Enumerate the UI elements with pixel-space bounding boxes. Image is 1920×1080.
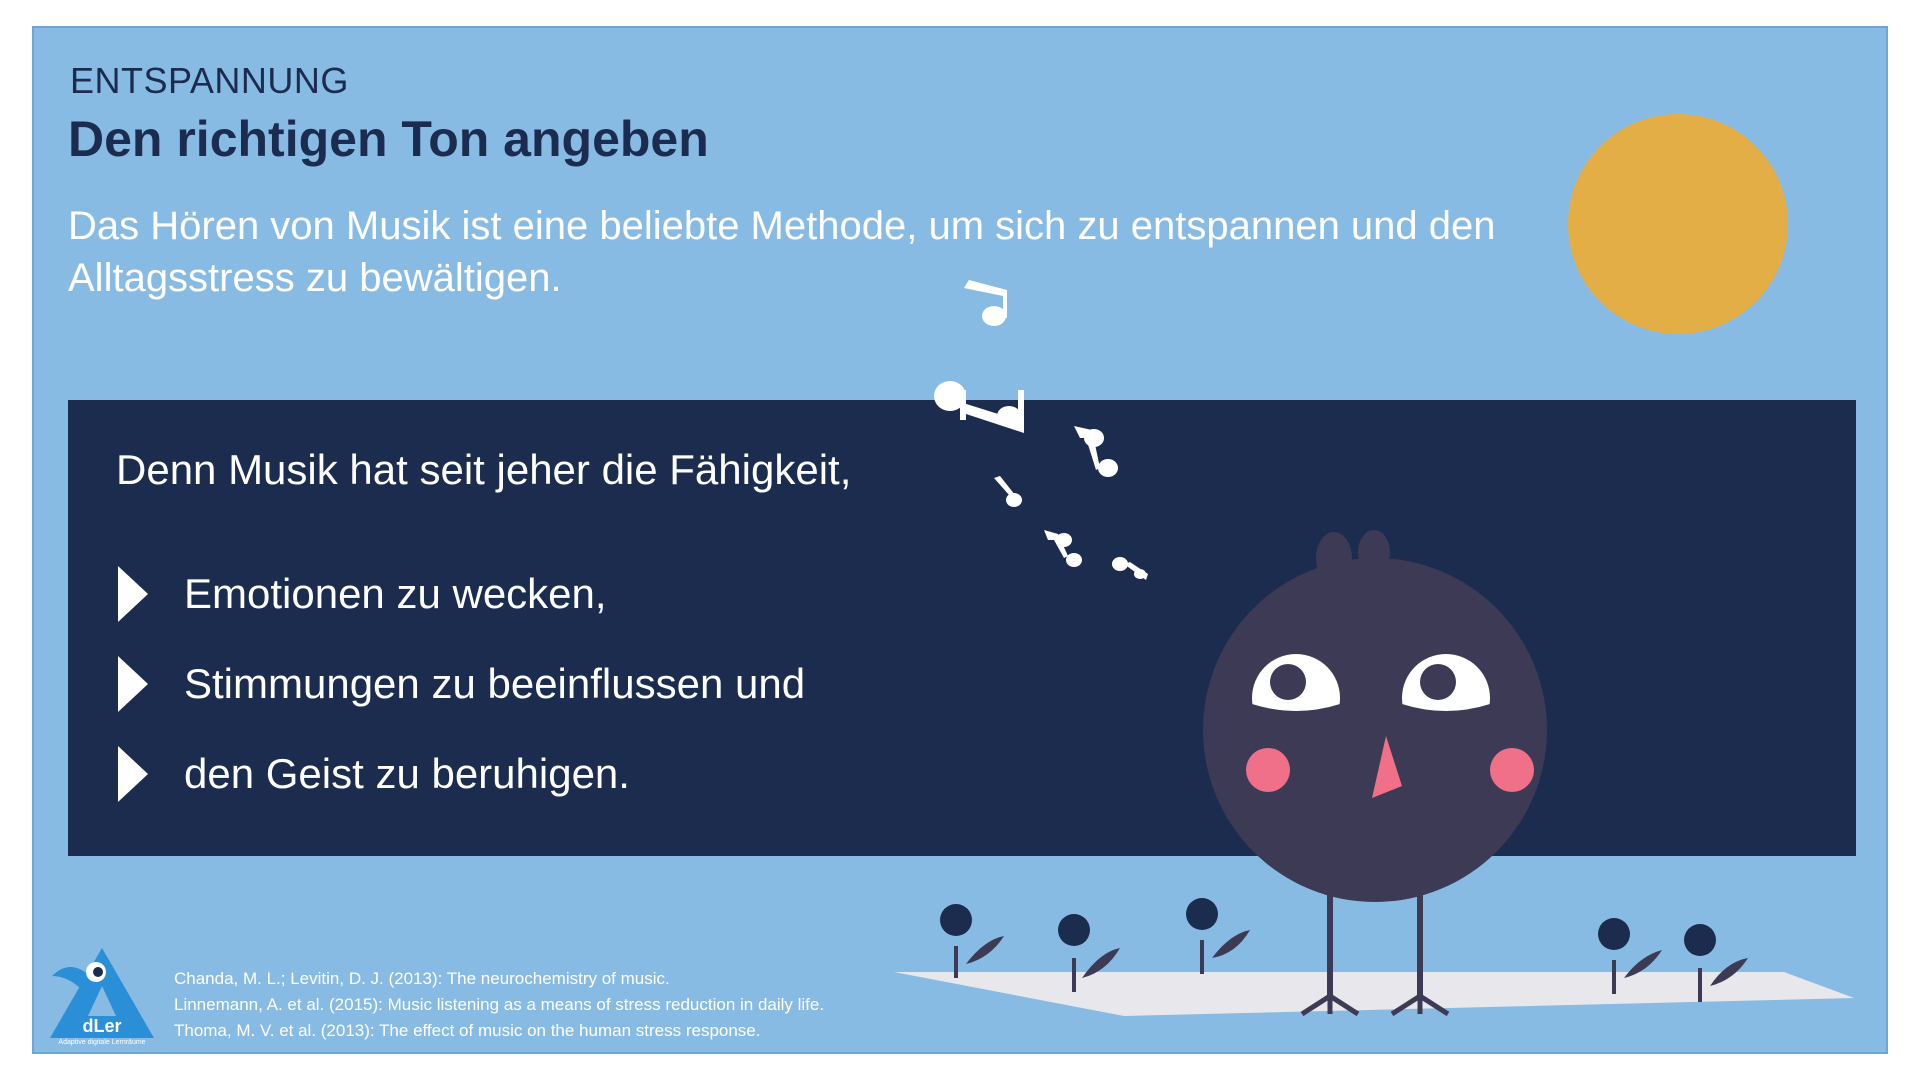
ground-shadow [894,972,1854,1016]
music-note-icon [964,280,1007,326]
reference-item: Linnemann, A. et al. (2015): Music liste… [174,995,825,1014]
music-notes [934,280,1148,580]
music-note-icon [994,476,1022,507]
references: Chanda, M. L.; Levitin, D. J. (2013): Th… [174,966,824,1044]
reference-item: Chanda, M. L.; Levitin, D. J. (2013): Th… [174,969,670,988]
music-note-icon [1044,530,1082,567]
illustration [894,280,1854,1017]
flower-icon [940,904,1004,978]
flower-icon [1186,898,1250,974]
adler-logo-icon: dLer Adaptive digitale Lernräume [42,946,162,1051]
logo-subtitle: Adaptive digitale Lernräume [58,1039,145,1046]
music-note-icon [934,381,1024,433]
logo-graphic: dLer Adaptive digitale Lernräume [50,948,154,1046]
reference-item: Thoma, M. V. et al. (2013): The effect o… [174,1021,761,1040]
logo-text: dLer [82,1016,121,1036]
music-note-icon [1112,557,1148,580]
music-note-icon [1074,426,1118,477]
bird-with-headphones-icon [1144,512,1616,1017]
slide: ENTSPANNUNG Den richtigen Ton angeben Da… [32,26,1888,1054]
